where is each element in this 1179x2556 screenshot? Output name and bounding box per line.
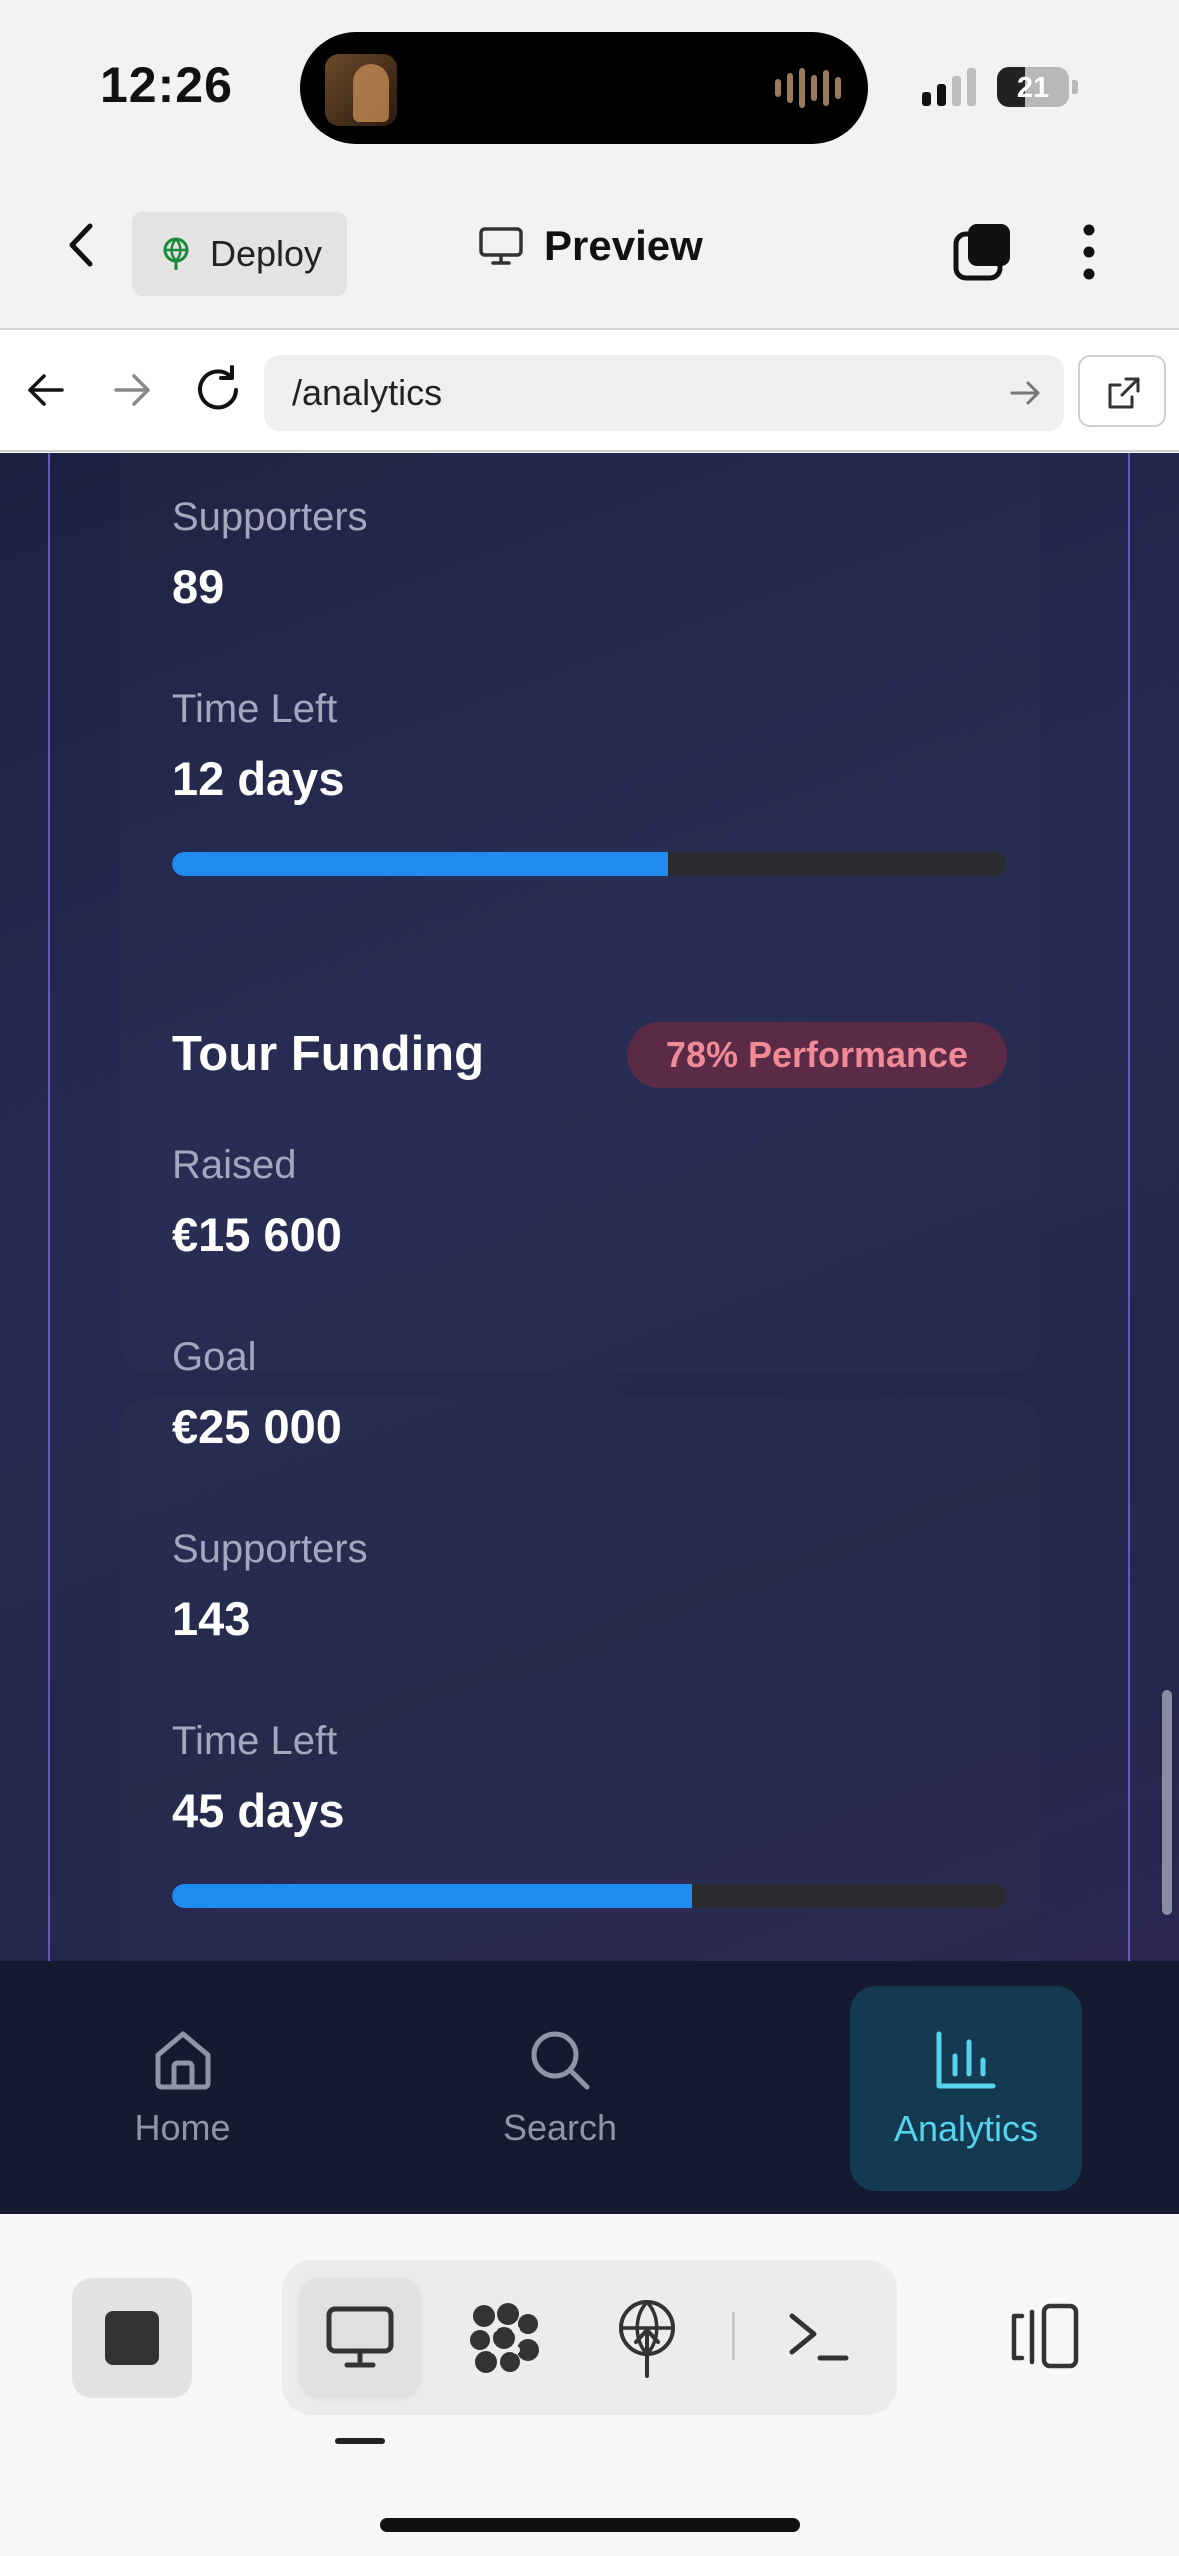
campaign-title: Tour Funding: [172, 1027, 485, 1081]
reload-icon[interactable]: [192, 364, 244, 416]
nav-home[interactable]: Home: [90, 1961, 275, 2214]
funding-progress-fill: [172, 852, 669, 876]
open-external-button[interactable]: [1078, 355, 1166, 427]
arrow-left-icon[interactable]: [24, 368, 68, 412]
performance-badge: 78% Performance: [627, 1022, 1007, 1088]
arrow-right-icon[interactable]: [110, 368, 154, 412]
deploy-button[interactable]: Deploy: [132, 212, 347, 296]
stop-icon: [105, 2311, 159, 2365]
toolbar-divider: [732, 2312, 735, 2360]
nav-analytics[interactable]: Analytics: [850, 1986, 1082, 2191]
monitor-icon: [326, 2306, 394, 2368]
time-left-value: 45 days: [172, 1784, 345, 1837]
terminal-icon[interactable]: [786, 2308, 850, 2364]
nav-home-label: Home: [134, 2106, 231, 2148]
preview-toggle[interactable]: Preview: [478, 222, 703, 270]
supporters-value: 89: [172, 560, 225, 613]
active-tab-indicator: [335, 2438, 385, 2444]
status-time: 12:26: [100, 57, 233, 113]
analytics-page: Supporters 89 Time Left 12 days Tour Fun…: [0, 453, 1179, 1961]
home-icon: [155, 2031, 210, 2089]
bar-chart-icon: [936, 2031, 996, 2088]
home-indicator[interactable]: [380, 2518, 800, 2532]
tour-funding-card: [120, 1398, 1040, 1961]
audio-waveform-icon: [775, 64, 841, 112]
go-arrow-icon[interactable]: [1008, 375, 1044, 411]
more-vertical-icon[interactable]: [1074, 222, 1104, 282]
goal-label: Goal: [172, 1335, 257, 1379]
now-playing-artwork[interactable]: [325, 54, 397, 126]
external-link-icon: [1108, 377, 1140, 409]
preview-label: Preview: [544, 222, 703, 269]
deploy-globe-icon[interactable]: [614, 2296, 680, 2380]
raised-label: Raised: [172, 1143, 297, 1187]
deploy-label: Deploy: [210, 233, 323, 274]
monitor-icon: [479, 227, 523, 265]
battery-cap: [1072, 80, 1078, 94]
url-input[interactable]: /analytics: [264, 355, 1064, 431]
funding-progress-fill: [172, 1884, 693, 1908]
tabs-icon[interactable]: [952, 222, 1012, 282]
raised-value: €15 600: [172, 1208, 342, 1261]
supporters-label: Supporters: [172, 1527, 368, 1571]
time-left-value: 12 days: [172, 752, 345, 805]
stop-button[interactable]: [72, 2278, 192, 2398]
supporters-label: Supporters: [172, 495, 368, 539]
funding-progress-bar: [172, 852, 1006, 876]
integrations-icon[interactable]: [466, 2300, 542, 2376]
deploy-globe-icon: [163, 237, 189, 270]
nav-search-label: Search: [502, 2106, 618, 2148]
page-scrollbar[interactable]: [1162, 1690, 1172, 1915]
nav-search[interactable]: Search: [470, 1961, 650, 2214]
device-layout-icon[interactable]: [1010, 2302, 1082, 2370]
goal-value: €25 000: [172, 1400, 342, 1453]
time-left-label: Time Left: [172, 1719, 338, 1763]
supporters-value: 143: [172, 1592, 251, 1645]
back-chevron-icon[interactable]: [58, 220, 108, 270]
cellular-signal-icon: [922, 66, 976, 106]
search-icon: [531, 2031, 590, 2089]
nav-analytics-label: Analytics: [893, 2107, 1039, 2149]
battery-icon: 21: [997, 67, 1069, 107]
funding-progress-bar: [172, 1884, 1006, 1908]
battery-level: 21: [1016, 72, 1050, 104]
time-left-label: Time Left: [172, 687, 338, 731]
